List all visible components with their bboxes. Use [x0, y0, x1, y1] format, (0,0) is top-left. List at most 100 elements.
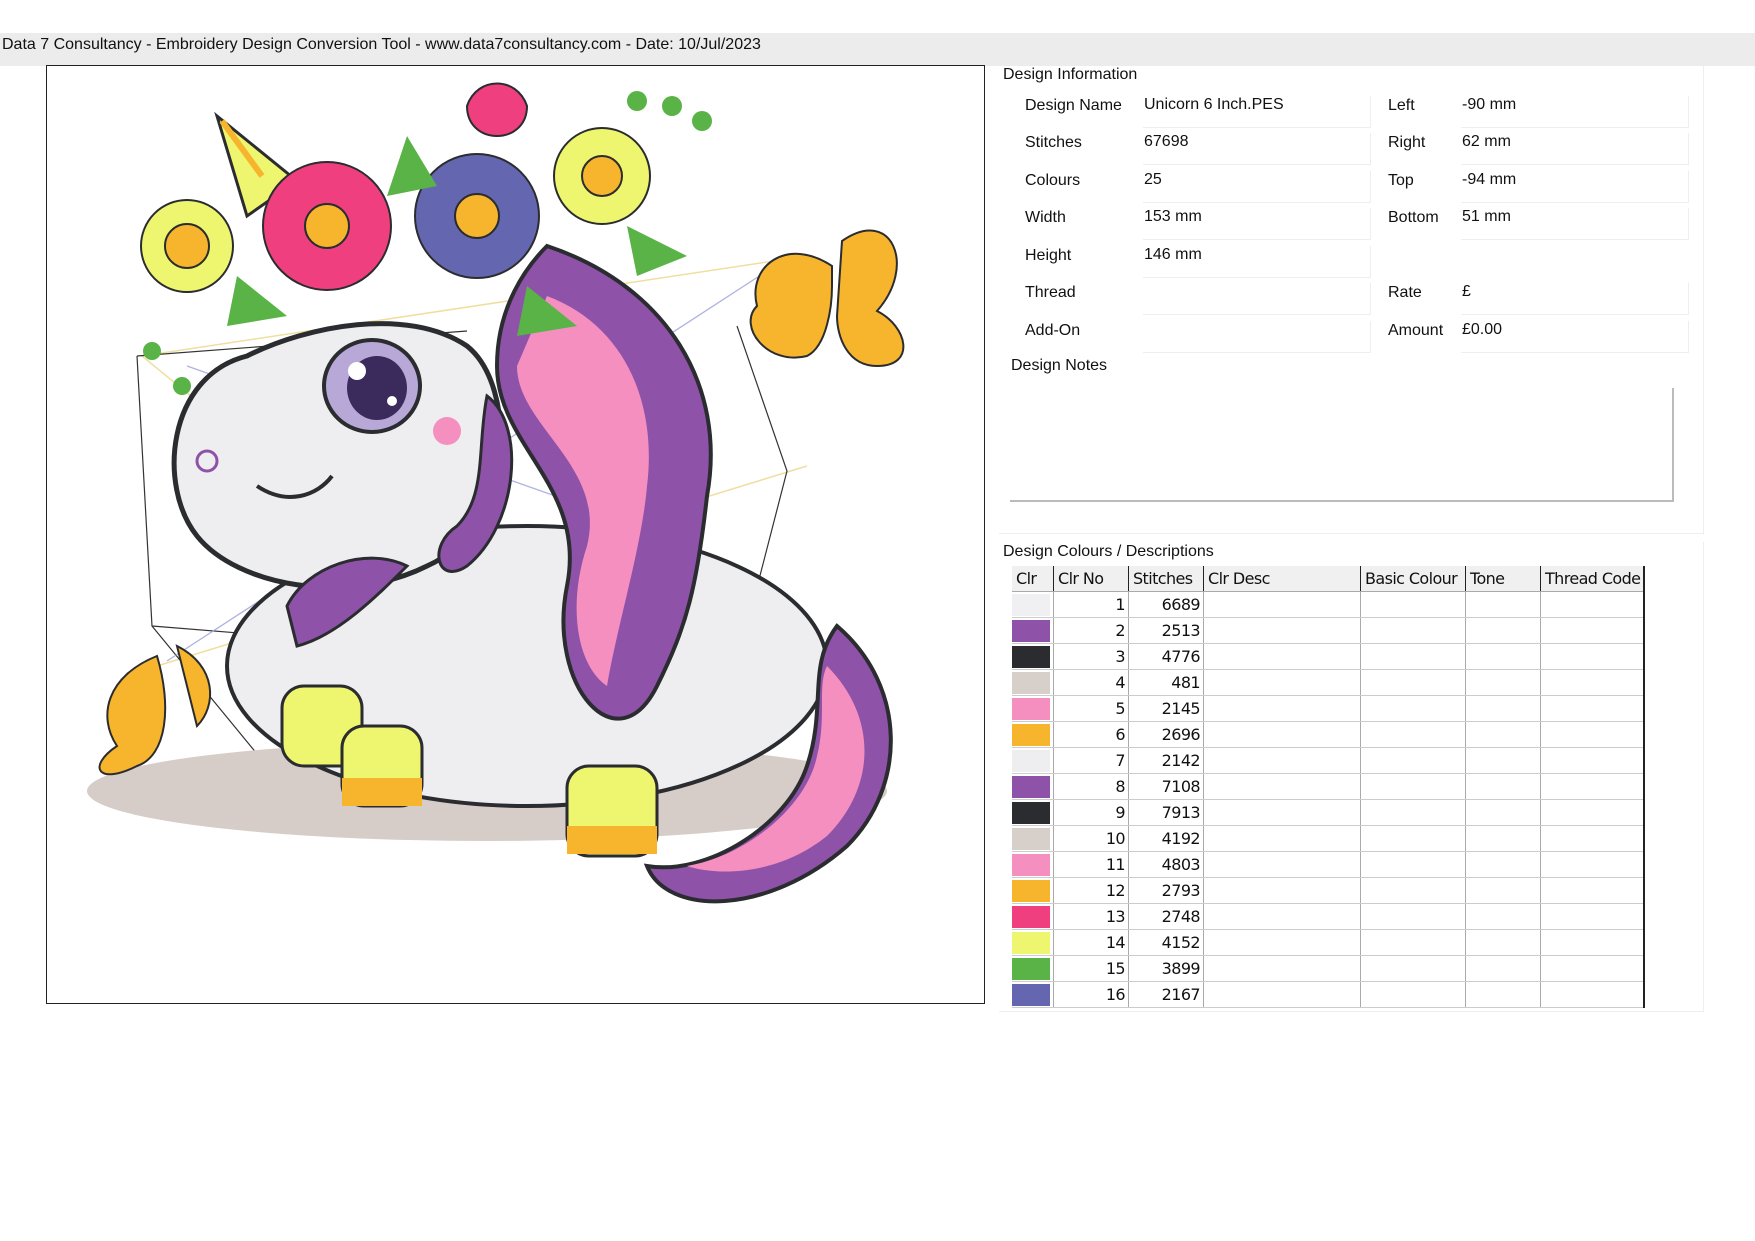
colour-row: 15 3899	[1012, 955, 1645, 982]
colour-swatch-cell	[1012, 981, 1054, 1008]
colour-swatch	[1012, 932, 1050, 954]
colour-swatch	[1012, 646, 1050, 668]
design-name-label: Design Name	[1025, 97, 1122, 114]
basic-colour-cell	[1360, 981, 1466, 1008]
tone-cell	[1465, 617, 1541, 644]
basic-colour-cell	[1360, 825, 1466, 852]
colour-swatch-cell	[1012, 773, 1054, 800]
colour-row: 6 2696	[1012, 721, 1645, 748]
thread-code-cell	[1540, 721, 1645, 748]
tone-cell	[1465, 799, 1541, 826]
colour-desc-cell	[1203, 669, 1361, 696]
colour-swatch-cell	[1012, 669, 1054, 696]
basic-colour-cell	[1360, 903, 1466, 930]
bottom-value: 51 mm	[1461, 208, 1689, 240]
basic-colour-cell	[1360, 773, 1466, 800]
colour-swatch-cell	[1012, 851, 1054, 878]
colour-swatch-cell	[1012, 643, 1054, 670]
colour-number-cell: 13	[1053, 903, 1129, 930]
colour-desc-cell	[1203, 799, 1361, 826]
colour-desc-cell	[1203, 903, 1361, 930]
colour-stitches-cell: 2793	[1128, 877, 1204, 904]
page-header: Data 7 Consultancy - Embroidery Design C…	[0, 33, 1755, 66]
tone-cell	[1465, 877, 1541, 904]
colour-swatch-cell	[1012, 877, 1054, 904]
basic-colour-cell	[1360, 669, 1466, 696]
colour-row: 4 481	[1012, 669, 1645, 696]
colour-number-cell: 6	[1053, 721, 1129, 748]
basic-colour-cell	[1360, 929, 1466, 956]
colour-desc-cell	[1203, 929, 1361, 956]
colour-stitches-cell: 7108	[1128, 773, 1204, 800]
column-header-clr-desc: Clr Desc	[1203, 566, 1361, 592]
unicorn-embroidery-image	[87, 82, 905, 904]
colour-swatch-cell	[1012, 721, 1054, 748]
thread-code-cell	[1540, 955, 1645, 982]
colour-swatch-cell	[1012, 929, 1054, 956]
design-information-title: Design Information	[1003, 66, 1138, 83]
thread-code-cell	[1540, 773, 1645, 800]
colour-swatch-cell	[1012, 825, 1054, 852]
thread-code-cell	[1540, 747, 1645, 774]
basic-colour-cell	[1360, 747, 1466, 774]
colour-swatch-cell	[1012, 591, 1054, 618]
colour-number-cell: 10	[1053, 825, 1129, 852]
basic-colour-cell	[1360, 695, 1466, 722]
basic-colour-cell	[1360, 643, 1466, 670]
design-preview	[46, 65, 985, 1004]
tone-cell	[1465, 929, 1541, 956]
colour-row: 10 4192	[1012, 825, 1645, 852]
colour-desc-cell	[1203, 617, 1361, 644]
colour-row: 11 4803	[1012, 851, 1645, 878]
colour-number-cell: 3	[1053, 643, 1129, 670]
colour-stitches-cell: 2167	[1128, 981, 1204, 1008]
colour-swatch-cell	[1012, 617, 1054, 644]
colour-row: 16 2167	[1012, 981, 1645, 1008]
thread-code-cell	[1540, 851, 1645, 878]
colours-label: Colours	[1025, 172, 1081, 189]
add-on-value	[1143, 321, 1371, 353]
left-label: Left	[1388, 97, 1415, 114]
tone-cell	[1465, 591, 1541, 618]
design-name-value: Unicorn 6 Inch.PES	[1143, 96, 1371, 128]
right-label: Right	[1388, 134, 1426, 151]
colour-stitches-cell: 2696	[1128, 721, 1204, 748]
colour-swatch-cell	[1012, 695, 1054, 722]
colour-number-cell: 5	[1053, 695, 1129, 722]
colour-row: 3 4776	[1012, 643, 1645, 670]
height-label: Height	[1025, 247, 1072, 264]
colour-swatch-cell	[1012, 955, 1054, 982]
colour-stitches-cell: 2145	[1128, 695, 1204, 722]
colours-table-body: 1 6689 2 2513 3 4776 4 481 5 2145 6 2696 7 2142 8 7108 9…	[1012, 591, 1645, 1008]
basic-colour-cell	[1360, 591, 1466, 618]
colour-row: 9 7913	[1012, 799, 1645, 826]
top-label: Top	[1388, 172, 1414, 189]
column-header-clr: Clr	[1012, 566, 1054, 592]
top-value: -94 mm	[1461, 171, 1689, 203]
colour-desc-cell	[1203, 825, 1361, 852]
colour-swatch	[1012, 698, 1050, 720]
thread-code-cell	[1540, 643, 1645, 670]
thread-code-cell	[1540, 799, 1645, 826]
thread-code-cell	[1540, 825, 1645, 852]
colours-table-header: Clr Clr No Stitches Clr Desc Basic Colou…	[1012, 566, 1645, 592]
colour-stitches-cell: 4803	[1128, 851, 1204, 878]
thread-label: Thread	[1025, 284, 1076, 301]
basic-colour-cell	[1360, 877, 1466, 904]
thread-code-cell	[1540, 591, 1645, 618]
colour-number-cell: 1	[1053, 591, 1129, 618]
basic-colour-cell	[1360, 617, 1466, 644]
basic-colour-cell	[1360, 955, 1466, 982]
stitches-label: Stitches	[1025, 134, 1082, 151]
colour-swatch	[1012, 906, 1050, 928]
colour-swatch	[1012, 984, 1050, 1006]
colour-swatch	[1012, 594, 1050, 616]
colour-stitches-cell: 4152	[1128, 929, 1204, 956]
colour-desc-cell	[1203, 591, 1361, 618]
colour-swatch-cell	[1012, 903, 1054, 930]
colours-table: Clr Clr No Stitches Clr Desc Basic Colou…	[1012, 566, 1645, 1008]
height-value: 146 mm	[1143, 246, 1371, 278]
colour-stitches-cell: 2513	[1128, 617, 1204, 644]
colour-stitches-cell: 6689	[1128, 591, 1204, 618]
thread-value	[1143, 283, 1371, 315]
